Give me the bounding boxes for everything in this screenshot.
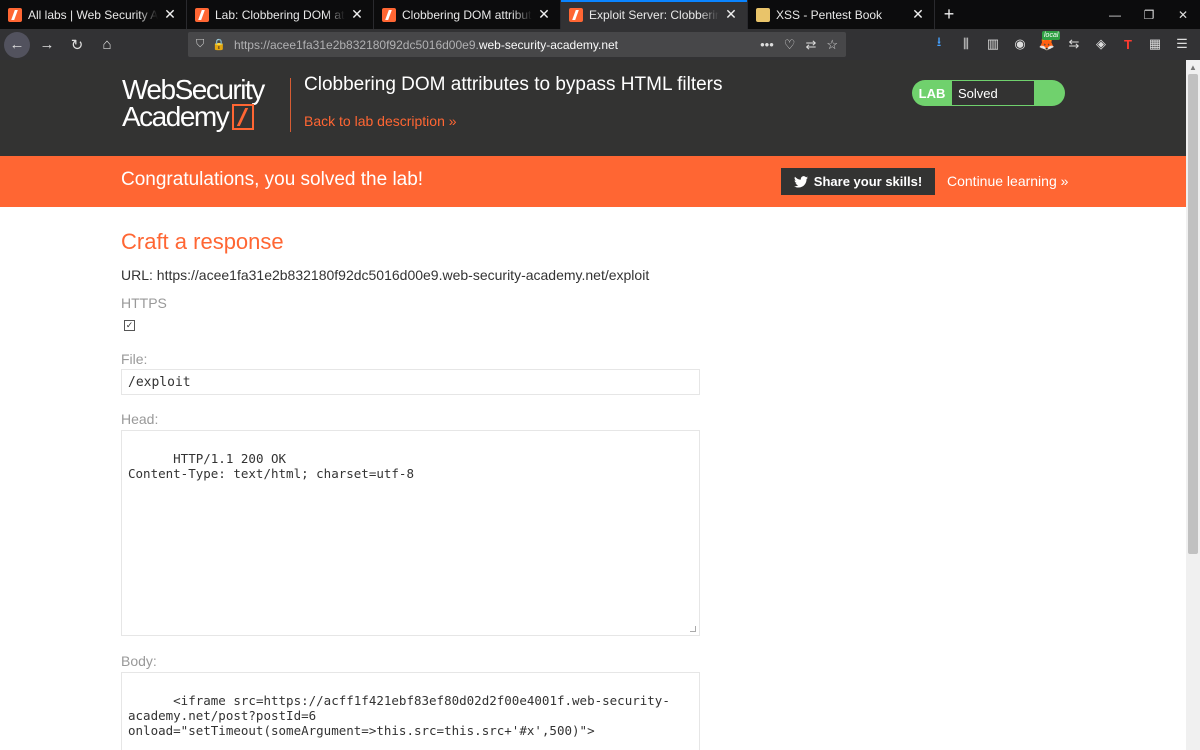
browser-tab-pentest-book[interactable]: XSS - Pentest Book ✕ bbox=[748, 0, 935, 29]
resize-handle-icon[interactable] bbox=[690, 626, 696, 632]
navigation-bar: ← → ↻ ⌂ ⛉ 🔒 https://acee1fa31e2b832180f9… bbox=[0, 29, 1200, 60]
body-textarea[interactable]: <iframe src=https://acff1f421ebf83ef80d0… bbox=[121, 672, 700, 750]
status-value: Solved bbox=[952, 81, 1034, 105]
portswigger-favicon-icon bbox=[569, 7, 583, 22]
arrow-right-icon: → bbox=[39, 36, 55, 53]
home-button[interactable]: ⌂ bbox=[94, 32, 120, 58]
close-icon[interactable]: ✕ bbox=[349, 6, 365, 23]
head-content: HTTP/1.1 200 OK Content-Type: text/html;… bbox=[128, 451, 414, 481]
toolbar-icons: ⭳ ⫼ ▥ ◉ 🦊 local ⇆ ◈ T ▦ ☰ bbox=[930, 31, 1191, 55]
logo-bolt-icon bbox=[232, 103, 255, 130]
pocket-icon[interactable]: ♡ bbox=[784, 37, 796, 53]
logo-line-1: WebSecurity bbox=[122, 74, 265, 105]
header-divider bbox=[290, 78, 291, 132]
congratulations-message: Congratulations, you solved the lab! bbox=[121, 169, 424, 190]
local-badge: local bbox=[1042, 31, 1061, 40]
home-icon: ⌂ bbox=[102, 36, 112, 53]
page-scrollbar[interactable]: ▲ bbox=[1186, 60, 1200, 750]
translate-extension-icon[interactable]: ⇆ bbox=[1065, 33, 1083, 55]
close-icon[interactable]: ✕ bbox=[536, 6, 552, 23]
lab-status-badge: LAB Solved bbox=[912, 80, 1065, 106]
reload-icon: ↻ bbox=[70, 36, 84, 54]
share-skills-button[interactable]: Share your skills! bbox=[781, 168, 935, 195]
translate-icon[interactable]: ⇄ bbox=[805, 37, 816, 53]
close-window-icon[interactable]: ✕ bbox=[1166, 0, 1200, 29]
new-tab-button[interactable]: + bbox=[935, 0, 963, 29]
menu-icon[interactable]: ☰ bbox=[1173, 33, 1191, 55]
window-controls: — ❐ ✕ bbox=[1098, 0, 1200, 29]
scroll-up-icon[interactable]: ▲ bbox=[1186, 60, 1200, 74]
page-title: Craft a response bbox=[121, 229, 284, 254]
https-label: HTTPS bbox=[121, 295, 167, 311]
close-icon[interactable]: ✕ bbox=[910, 6, 926, 23]
head-textarea[interactable]: HTTP/1.1 200 OK Content-Type: text/html;… bbox=[121, 430, 700, 636]
wappalyzer-icon[interactable]: ◈ bbox=[1092, 33, 1110, 55]
url-actions: ••• ♡ ⇄ ☆ bbox=[760, 37, 838, 53]
extensions-icon[interactable]: ▦ bbox=[1146, 33, 1164, 55]
tab-title: Exploit Server: Clobbering DOM attribute… bbox=[589, 7, 719, 22]
twitter-icon bbox=[793, 175, 808, 188]
logo-line-2: Academy bbox=[122, 101, 230, 132]
browser-tab-all-labs[interactable]: All labs | Web Security Academy ✕ bbox=[0, 0, 187, 29]
portswigger-favicon-icon bbox=[195, 7, 209, 22]
url-prefix: https://acee1fa31e2b832180f92dc5016d00e9… bbox=[233, 37, 479, 52]
close-icon[interactable]: ✕ bbox=[723, 6, 739, 23]
file-label: File: bbox=[121, 351, 148, 367]
minimize-icon[interactable]: — bbox=[1098, 0, 1132, 29]
file-input[interactable]: /exploit bbox=[121, 369, 700, 395]
body-label: Body: bbox=[121, 653, 157, 669]
foxyproxy-icon[interactable]: 🦊 local bbox=[1038, 31, 1061, 55]
https-checkbox[interactable]: ✓ bbox=[124, 320, 135, 331]
lab-title: Clobbering DOM attributes to bypass HTML… bbox=[304, 74, 723, 95]
sidebar-icon[interactable]: ▥ bbox=[984, 33, 1002, 55]
library-icon[interactable]: ⫼ bbox=[957, 33, 975, 55]
browser-tab-exploit-server[interactable]: Exploit Server: Clobbering DOM attribute… bbox=[561, 0, 748, 29]
head-label: Head: bbox=[121, 411, 159, 427]
more-actions-icon[interactable]: ••• bbox=[760, 37, 774, 53]
reload-button[interactable]: ↻ bbox=[64, 32, 90, 58]
continue-learning-link[interactable]: Continue learning » bbox=[947, 173, 1068, 189]
portswigger-favicon-icon bbox=[8, 7, 22, 22]
forward-button[interactable]: → bbox=[34, 32, 60, 58]
academy-header: WebSecurity Academy Clobbering DOM attri… bbox=[0, 60, 1186, 156]
url-host: web-security-academy.net bbox=[478, 37, 619, 52]
body-content: <iframe src=https://acff1f421ebf83ef80d0… bbox=[128, 693, 670, 738]
bookmark-star-icon[interactable]: ☆ bbox=[826, 37, 838, 53]
download-icon[interactable]: ⭳ bbox=[930, 33, 948, 55]
scrollbar-thumb[interactable] bbox=[1188, 74, 1198, 554]
tab-title: Lab: Clobbering DOM attributes to bypass… bbox=[215, 7, 345, 22]
exploit-url: URL: https://acee1fa31e2b832180f92dc5016… bbox=[121, 267, 650, 283]
back-button[interactable]: ← bbox=[4, 31, 30, 58]
congratulations-banner: Congratulations, you solved the lab! Sha… bbox=[0, 156, 1186, 207]
lock-icon: 🔒 bbox=[212, 39, 226, 51]
back-to-lab-link[interactable]: Back to lab description » bbox=[304, 113, 457, 129]
tab-title: Clobbering DOM attributes to bypass HTML… bbox=[402, 7, 532, 22]
arrow-left-icon: ← bbox=[9, 36, 25, 53]
status-label: LAB bbox=[918, 85, 946, 101]
tab-strip: All labs | Web Security Academy ✕ Lab: C… bbox=[0, 0, 1200, 29]
browser-tab-lab[interactable]: Lab: Clobbering DOM attributes to bypass… bbox=[187, 0, 374, 29]
url-bar[interactable]: ⛉ 🔒 https://acee1fa31e2b832180f92dc5016d… bbox=[188, 32, 846, 57]
page-viewport: WebSecurity Academy Clobbering DOM attri… bbox=[0, 60, 1186, 750]
restore-icon[interactable]: ❐ bbox=[1132, 0, 1166, 29]
book-favicon-icon bbox=[756, 7, 770, 22]
account-icon[interactable]: ◉ bbox=[1011, 33, 1029, 55]
close-icon[interactable]: ✕ bbox=[162, 6, 178, 23]
browser-tab-lab-page[interactable]: Clobbering DOM attributes to bypass HTML… bbox=[374, 0, 561, 29]
shield-icon: ⛉ bbox=[196, 38, 205, 50]
web-security-academy-logo[interactable]: WebSecurity Academy bbox=[122, 74, 292, 132]
tab-title: All labs | Web Security Academy bbox=[28, 7, 158, 22]
portswigger-favicon-icon bbox=[382, 7, 396, 22]
t-extension-icon[interactable]: T bbox=[1119, 33, 1137, 55]
share-label: Share your skills! bbox=[813, 174, 923, 189]
tab-title: XSS - Pentest Book bbox=[776, 7, 883, 22]
